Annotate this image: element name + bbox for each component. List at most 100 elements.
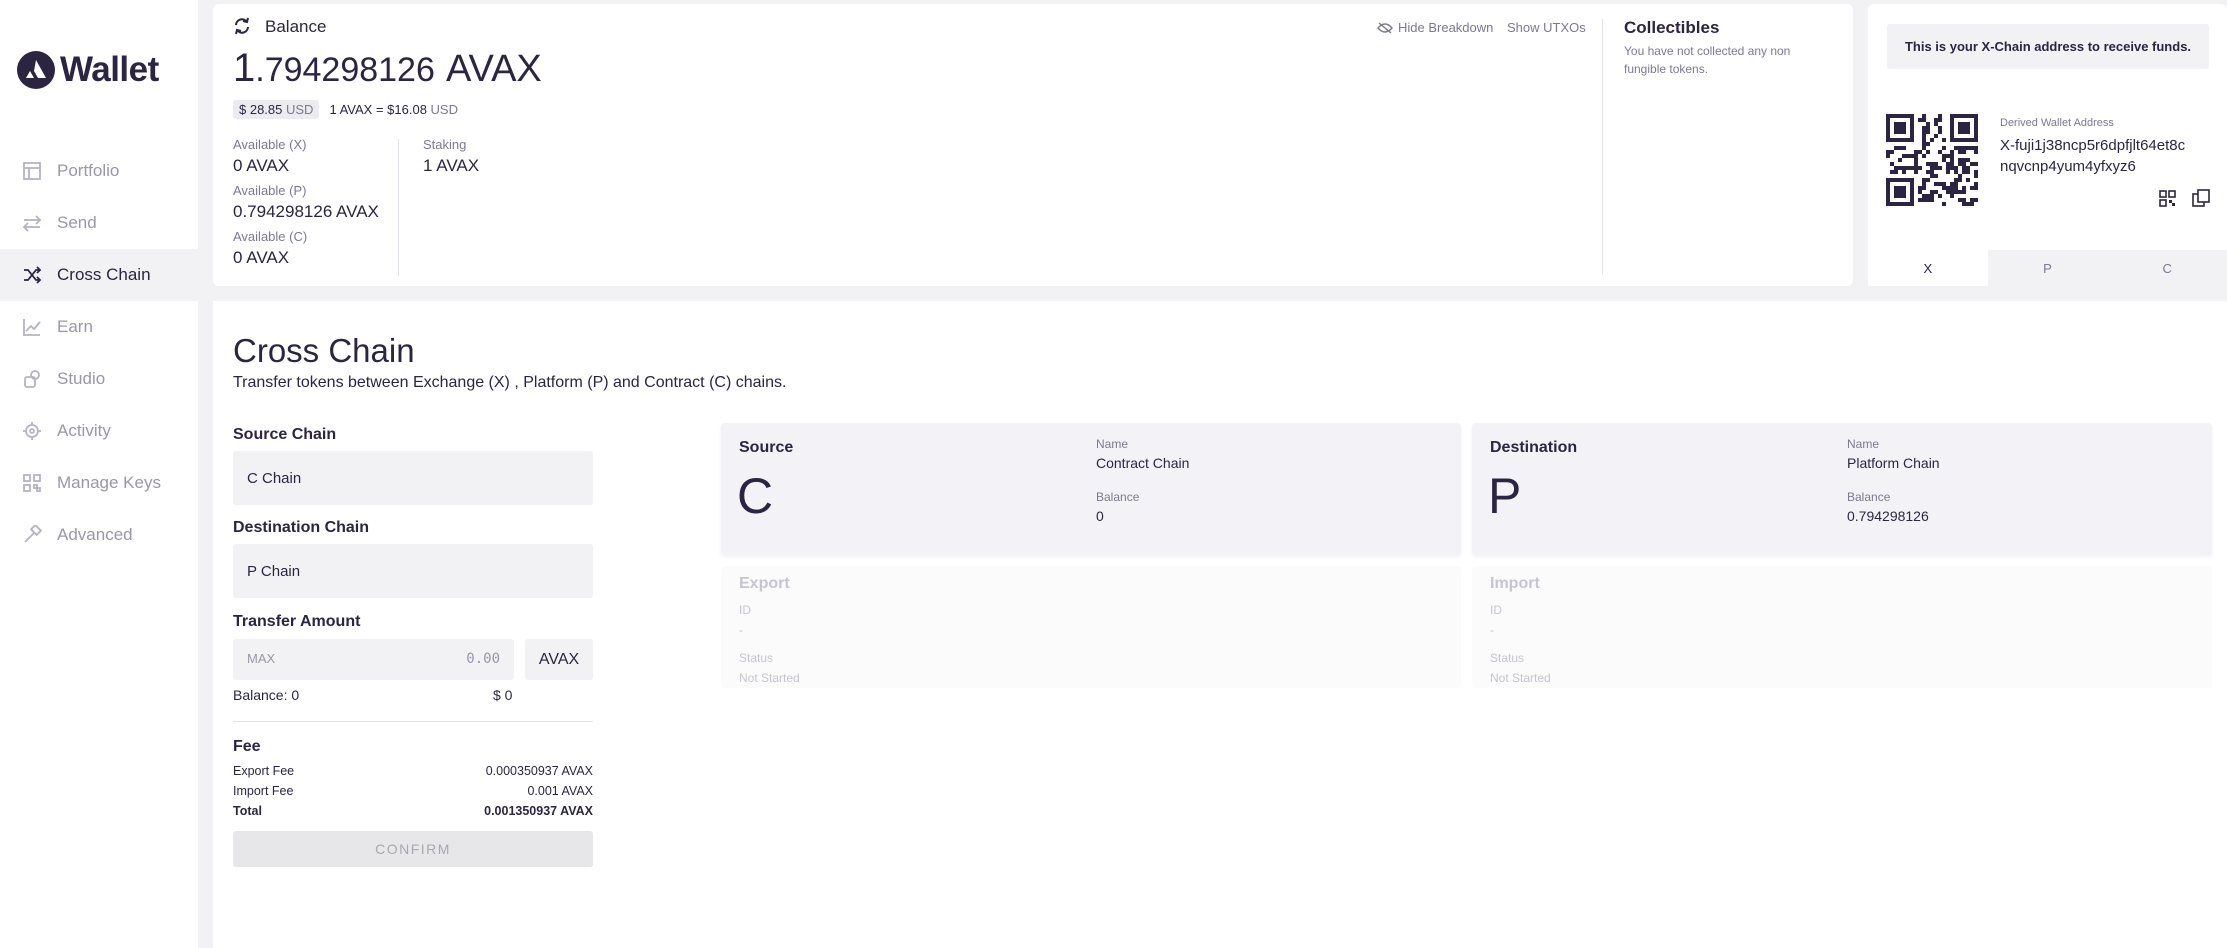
show-utxos-button[interactable]: Show UTXOs [1507,20,1586,35]
destination-chain-select[interactable]: P Chain [233,544,593,598]
total-fee-label: Total [233,804,262,818]
balance-text: Balance: 0 [233,687,300,703]
source-name-label: Name [1096,437,1129,451]
destination-chain-letter: P [1488,468,1522,524]
collectibles-section: Collectibles You have not collected any … [1624,18,1824,78]
import-fee-label: Import Fee [233,784,294,798]
available-p-label: Available (P) [233,183,307,198]
sidebar-item-studio[interactable]: Studio [0,353,198,405]
amount-unit: AVAX [525,639,593,680]
balance-usd: $ 0 [493,687,513,703]
available-x-value: 0 AVAX [233,156,290,175]
logo-text: Wallet [60,50,159,89]
import-id-label: ID [1490,603,1502,617]
tab-x[interactable]: X [1868,250,1988,286]
source-name-value: Contract Chain [1096,455,1190,471]
sidebar-item-label: Activity [57,421,111,440]
cross-chain-icon [24,266,42,284]
collectibles-title: Collectibles [1624,18,1720,37]
staking-breakdown: Staking 1 AVAX [423,137,479,176]
address-panel: This is your X-Chain address to receive … [1868,4,2227,286]
amount-input[interactable]: MAX 0.00 [233,639,514,680]
export-card: Export ID - Status Not Started [721,566,1461,688]
export-id-value: - [739,623,743,637]
fee-title: Fee [233,738,261,755]
sidebar-item-label: Manage Keys [57,473,161,492]
sidebar-item-label: Studio [57,369,106,388]
transfer-amount-label: Transfer Amount [233,613,361,630]
destination-name-value: Platform Chain [1847,455,1940,471]
destination-name-label: Name [1847,437,1880,451]
import-fee-value: 0.001 AVAX [527,784,593,798]
staking-value: 1 AVAX [423,156,480,175]
export-id-label: ID [739,603,751,617]
fee-divider [233,721,593,722]
amount-placeholder: 0.00 [466,651,500,667]
address-banner: This is your X-Chain address to receive … [1887,24,2209,69]
copy-icon[interactable] [2192,189,2211,208]
usd-row: $ 28.85 USD 1 AVAX = $16.08 USD [233,100,458,119]
balance-panel: Balance 1.794298126 AVAX $ 28.85 USD 1 A… [213,4,1853,286]
wallet-logo[interactable]: Wallet [17,50,159,90]
destination-card-title: Destination [1490,439,1578,456]
chain-tabs: X P C [1868,250,2227,286]
destination-balance-value: 0.794298126 [1847,508,1929,524]
advanced-icon [24,525,42,543]
sidebar-item-label: Advanced [57,525,133,544]
destination-balance-label: Balance [1847,490,1891,504]
earn-icon [23,319,41,336]
balance-amount-int: 1 [233,46,256,90]
available-c-value: 0 AVAX [233,248,290,267]
available-p-value: 0.794298126 AVAX [233,202,379,221]
qr-code-icon [1886,114,1978,206]
sidebar-item-send[interactable]: Send [0,197,198,249]
staking-label: Staking [423,137,467,152]
qr-scan-icon[interactable] [2158,189,2177,208]
sidebar-item-label: Portfolio [57,161,120,180]
destination-card: Destination P Name Platform Chain Balanc… [1472,423,2212,555]
balance-title: Balance [265,17,327,36]
sidebar-item-portfolio[interactable]: Portfolio [0,145,198,197]
eye-off-icon [1377,21,1393,34]
sidebar-item-cross-chain[interactable]: Cross Chain [0,249,198,301]
import-id-value: - [1490,623,1494,637]
wallet-address: X-fuji1j38ncp5r6dpfjlt64et8c nqvcnp4yum4… [2000,137,2186,175]
breakdown-divider [398,139,399,276]
sidebar-item-earn[interactable]: Earn [0,301,198,353]
collectibles-divider [1602,19,1603,274]
export-status-label: Status [739,651,774,665]
sidebar-item-label: Cross Chain [57,265,151,284]
refresh-icon[interactable] [233,17,251,35]
source-chain-label: Source Chain [233,426,337,443]
derived-address-label: Derived Wallet Address [2000,117,2114,129]
cross-chain-main: Cross Chain Transfer tokens between Exch… [213,301,2227,948]
sidebar-item-label: Earn [57,317,93,336]
exchange-rate: 1 AVAX = $16.08 USD [329,102,458,117]
page-title: Cross Chain [233,332,415,369]
sidebar-item-manage-keys[interactable]: Manage Keys [0,457,198,509]
source-chain-letter: C [737,468,774,524]
import-card-title: Import [1490,575,1540,592]
sidebar-item-activity[interactable]: Activity [0,405,198,457]
source-chain-select[interactable]: C Chain [233,451,593,505]
export-fee-label: Export Fee [233,764,295,778]
fee-breakdown: Export Fee 0.000350937 AVAX Import Fee 0.0… [233,761,593,821]
balance-amount-dec: .794298126 [255,51,435,89]
available-x-label: Available (X) [233,137,307,152]
source-card: Source C Name Contract Chain Balance 0 [721,423,1461,555]
max-button[interactable]: MAX [247,651,275,666]
total-fee-value: 0.001350937 AVAX [484,804,593,818]
balance-amount: 1.794298126 AVAX [233,46,542,91]
export-card-title: Export [739,575,790,592]
available-breakdown: Available (X) 0 AVAX Available (P) 0.794… [233,137,379,268]
hide-breakdown-button[interactable]: Hide Breakdown [1377,20,1493,35]
tab-p[interactable]: P [1987,250,2108,286]
import-status-label: Status [1490,651,1525,665]
studio-icon [24,370,40,388]
sidebar: Wallet Portfolio Send Cross Chain Earn S… [0,0,198,948]
sidebar-item-advanced[interactable]: Advanced [0,509,198,561]
confirm-button[interactable]: CONFIRM [233,831,593,867]
available-c-label: Available (C) [233,229,308,244]
import-card: Import ID - Status Not Started [1472,566,2212,688]
tab-c[interactable]: C [2107,250,2227,286]
